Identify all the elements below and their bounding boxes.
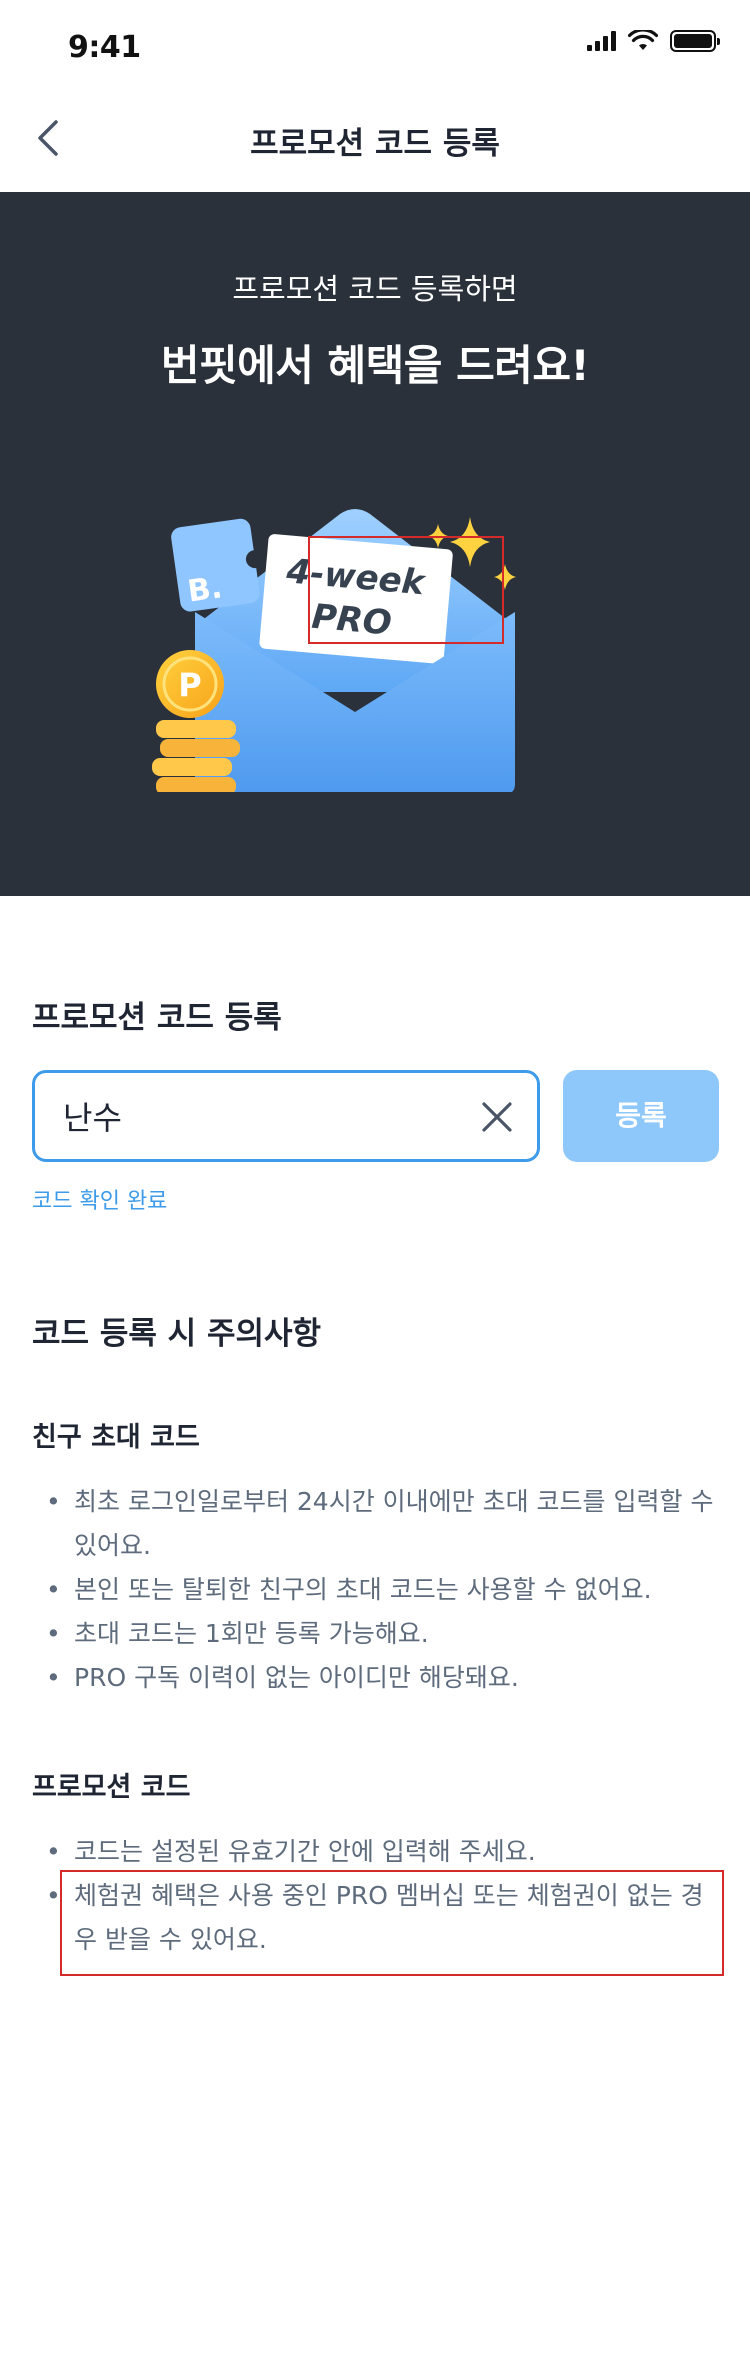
code-section-title: 프로모션 코드 등록 (32, 1000, 282, 1036)
list-item: 체험권 혜택은 사용 중인 PRO 멤버십 또는 체험권이 없는 경우 받을 수… (42, 1874, 722, 1962)
list-item: PRO 구독 이력이 없는 아이디만 해당돼요. (42, 1656, 722, 1700)
promo-code-notes: 코드는 설정된 유효기간 안에 입력해 주세요. 체험권 혜택은 사용 중인 P… (42, 1830, 722, 1962)
invite-code-notes: 최초 로그인일로부터 24시간 이내에만 초대 코드를 입력할 수 있어요. 본… (42, 1480, 722, 1700)
register-button[interactable]: 등록 (563, 1070, 719, 1162)
hero-subtitle: 프로모션 코드 등록하면 (232, 272, 518, 306)
hero-banner: 프로모션 코드 등록하면 번핏에서 혜택을 드려요! B. 4-week PRO… (0, 192, 750, 896)
wifi-icon (628, 30, 658, 50)
notes-title: 코드 등록 시 주의사항 (32, 1316, 322, 1352)
hero-title: 번핏에서 혜택을 드려요! (160, 341, 590, 390)
status-bar: 9:41 (0, 0, 750, 88)
promo-envelope-illustration: B. 4-week PRO P (152, 509, 516, 792)
close-icon (482, 1102, 512, 1132)
card-line-2: PRO (310, 597, 393, 644)
list-item: 초대 코드는 1회만 등록 가능해요. (42, 1612, 722, 1656)
coin-letter: P (178, 666, 201, 704)
promo-code-subtitle: 프로모션 코드 (32, 1772, 191, 1803)
status-time: 9:41 (68, 30, 141, 65)
code-status-message: 코드 확인 완료 (32, 1189, 168, 1214)
promo-code-input[interactable] (63, 1091, 463, 1141)
status-icons (587, 30, 720, 52)
brand-mark-text: B. (185, 570, 224, 609)
clear-input-button[interactable] (477, 1097, 517, 1137)
nav-header: 프로모션 코드 등록 (0, 88, 750, 192)
battery-icon (670, 30, 720, 52)
page-title: 프로모션 코드 등록 (250, 126, 500, 162)
signal-icon (587, 31, 616, 51)
invite-code-subtitle: 친구 초대 코드 (32, 1422, 200, 1453)
list-item: 코드는 설정된 유효기간 안에 입력해 주세요. (42, 1830, 722, 1874)
list-item: 본인 또는 탈퇴한 친구의 초대 코드는 사용할 수 없어요. (42, 1568, 722, 1612)
sparkle-icon (450, 517, 490, 567)
code-input-container (32, 1070, 540, 1162)
list-item: 최초 로그인일로부터 24시간 이내에만 초대 코드를 입력할 수 있어요. (42, 1480, 722, 1568)
